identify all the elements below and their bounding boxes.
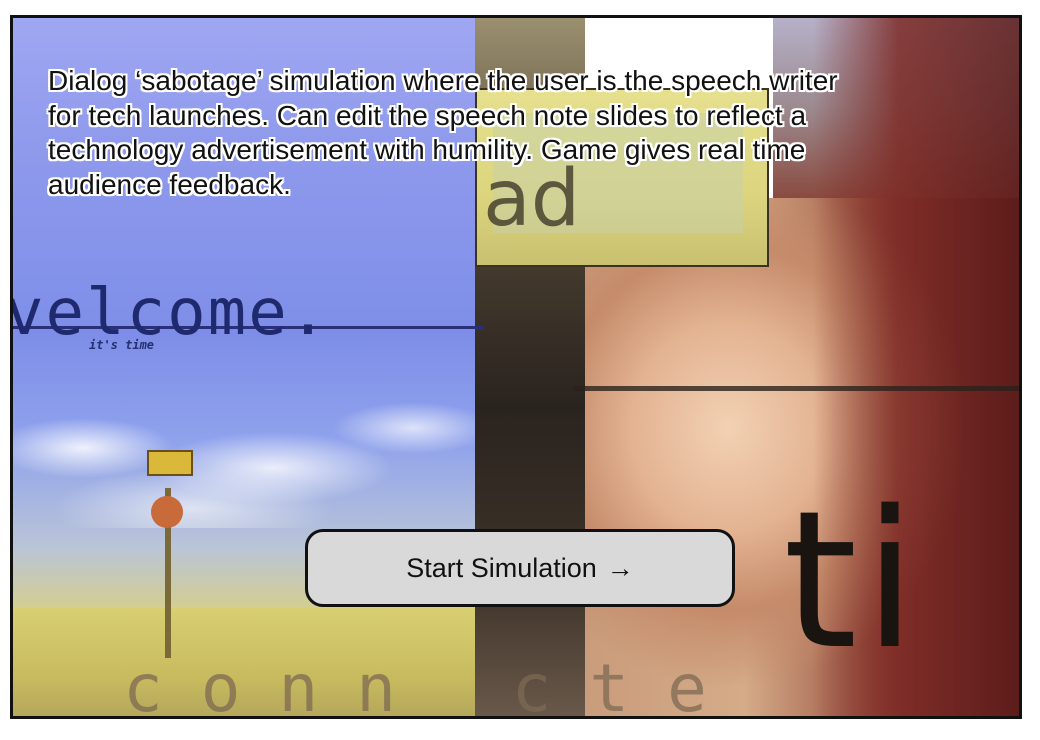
horizontal-glitch-line xyxy=(573,386,1019,391)
simulation-description: Dialog ‘sabotage’ simulation where the u… xyxy=(48,65,838,200)
arrow-right-icon: → xyxy=(606,552,634,583)
welcome-subtext: it's time xyxy=(89,338,155,352)
welcome-text: velcome. xyxy=(10,276,330,350)
sign-board xyxy=(147,450,193,476)
start-simulation-label: Start Simulation xyxy=(406,552,597,583)
clouds xyxy=(13,358,483,528)
start-simulation-button[interactable]: Start Simulation → xyxy=(305,529,735,607)
sign-disc xyxy=(151,496,183,528)
connected-text: conn cte xyxy=(123,650,745,719)
simulation-intro-card: ad velcome. it's time conn cte ti Dialog… xyxy=(10,15,1022,719)
ti-text: ti xyxy=(783,470,923,691)
